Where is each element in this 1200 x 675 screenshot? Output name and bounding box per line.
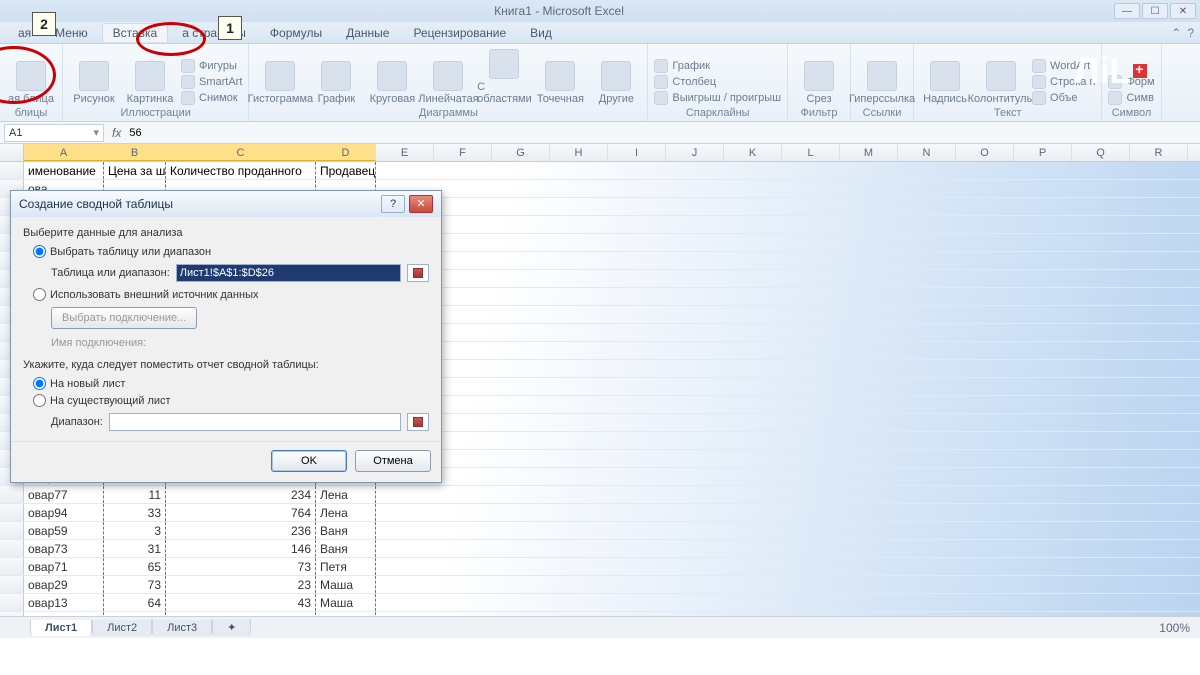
- tab-pagelayout[interactable]: а страницы: [172, 24, 256, 42]
- formula-input[interactable]: [129, 127, 1200, 139]
- sheet-tabs: Лист1 Лист2 Лист3 ✦ 100%: [0, 616, 1200, 638]
- col-header[interactable]: L: [782, 144, 840, 161]
- col-header-D[interactable]: D: [316, 144, 376, 161]
- range2-label: Диапазон:: [51, 416, 103, 428]
- bar-chart-button[interactable]: Линейчатая: [423, 61, 473, 105]
- app-title: Книга1 - Microsoft Excel: [4, 4, 1114, 18]
- col-header-B[interactable]: B: [104, 144, 166, 161]
- range-picker-button[interactable]: [407, 413, 429, 431]
- shapes-button[interactable]: Фигуры: [181, 59, 242, 73]
- col-header[interactable]: Q: [1072, 144, 1130, 161]
- watermark-logo: ЛiL: [1074, 46, 1174, 96]
- col-header[interactable]: E: [376, 144, 434, 161]
- screenshot-button[interactable]: Снимок: [181, 91, 242, 105]
- smartart-button[interactable]: SmartArt: [181, 75, 242, 89]
- clipart-button[interactable]: Картинка: [125, 61, 175, 105]
- col-header[interactable]: O: [956, 144, 1014, 161]
- location-input[interactable]: [109, 413, 401, 431]
- col-header[interactable]: R: [1130, 144, 1188, 161]
- pivot-table-button[interactable]: ая блица: [6, 61, 56, 105]
- radio-existing-sheet[interactable]: [33, 394, 46, 407]
- col-header-C[interactable]: C: [166, 144, 316, 161]
- tab-insert[interactable]: Вставка: [102, 23, 169, 42]
- col-header[interactable]: G: [492, 144, 550, 161]
- scatter-chart-button[interactable]: Точечная: [535, 61, 585, 105]
- table-row[interactable]: овар7711234Лена: [0, 486, 1200, 504]
- zoom-level[interactable]: 100%: [1149, 621, 1200, 635]
- table-row[interactable]: овар593236Ваня: [0, 522, 1200, 540]
- connection-name-label: Имя подключения:: [23, 333, 429, 353]
- radio-new-sheet[interactable]: [33, 377, 46, 390]
- section-label: Укажите, куда следует поместить отчет св…: [23, 359, 429, 371]
- maximize-button[interactable]: ☐: [1142, 3, 1168, 19]
- col-header[interactable]: H: [550, 144, 608, 161]
- area-chart-button[interactable]: С областями: [479, 49, 529, 105]
- column-headers: A B C D E F G H I J K L M N O P Q R: [0, 144, 1200, 162]
- fx-icon[interactable]: fx: [112, 126, 121, 140]
- dialog-close-button[interactable]: ✕: [409, 195, 433, 213]
- tab-data[interactable]: Данные: [336, 24, 399, 42]
- radio-external-source[interactable]: [33, 288, 46, 301]
- sparkline-winloss-button[interactable]: Выигрыш / проигрыш: [654, 91, 781, 105]
- sparkline-line-button[interactable]: График: [654, 59, 781, 73]
- col-header[interactable]: N: [898, 144, 956, 161]
- ok-button[interactable]: OK: [271, 450, 347, 472]
- col-header[interactable]: J: [666, 144, 724, 161]
- formula-bar: A1▾ fx: [0, 122, 1200, 144]
- line-chart-button[interactable]: График: [311, 61, 361, 105]
- tab-formulas[interactable]: Формулы: [260, 24, 332, 42]
- range-label: Таблица или диапазон:: [51, 267, 170, 279]
- choose-connection-button: Выбрать подключение...: [51, 307, 197, 329]
- range-input[interactable]: [176, 264, 401, 282]
- table-row[interactable]: овар716573Петя: [0, 558, 1200, 576]
- other-charts-button[interactable]: Другие: [591, 61, 641, 105]
- col-header[interactable]: K: [724, 144, 782, 161]
- close-button[interactable]: ✕: [1170, 3, 1196, 19]
- window-titlebar: Книга1 - Microsoft Excel — ☐ ✕: [0, 0, 1200, 22]
- ribbon: ая блицаблицы Рисунок Картинка Фигуры Sm…: [0, 44, 1200, 122]
- radio-select-range[interactable]: [33, 245, 46, 258]
- col-header[interactable]: P: [1014, 144, 1072, 161]
- section-label: Выберите данные для анализа: [23, 227, 429, 239]
- col-header[interactable]: I: [608, 144, 666, 161]
- picture-button[interactable]: Рисунок: [69, 61, 119, 105]
- pie-chart-button[interactable]: Круговая: [367, 61, 417, 105]
- cancel-button[interactable]: Отмена: [355, 450, 431, 472]
- create-pivot-dialog: Создание сводной таблицы ? ✕ Выберите да…: [10, 190, 442, 483]
- name-box[interactable]: A1▾: [4, 124, 104, 142]
- minimize-button[interactable]: —: [1114, 3, 1140, 19]
- sheet-tab[interactable]: Лист3: [152, 620, 212, 636]
- header-footer-button[interactable]: Колонтитулы: [976, 61, 1026, 105]
- tab-view[interactable]: Вид: [520, 24, 562, 42]
- table-row[interactable]: овар136443Маша: [0, 594, 1200, 612]
- table-row[interactable]: овар9433764Лена: [0, 504, 1200, 522]
- help-icon[interactable]: ?: [1187, 26, 1194, 40]
- sparkline-column-button[interactable]: Столбец: [654, 75, 781, 89]
- annotation-number-2: 2: [32, 12, 56, 36]
- range-picker-button[interactable]: [407, 264, 429, 282]
- sheet-tab[interactable]: Лист1: [30, 620, 92, 636]
- hyperlink-button[interactable]: Гиперссылка: [857, 61, 907, 105]
- table-row[interactable]: овар7331146Ваня: [0, 540, 1200, 558]
- table-header-row: именование Цена за шт Количество проданн…: [0, 162, 1200, 180]
- col-header-A[interactable]: A: [24, 144, 104, 161]
- annotation-number-1: 1: [218, 16, 242, 40]
- ribbon-minimize-icon[interactable]: ⌃: [1171, 26, 1181, 40]
- sheet-tab[interactable]: Лист2: [92, 620, 152, 636]
- col-header[interactable]: M: [840, 144, 898, 161]
- slicer-button[interactable]: Срез: [794, 61, 844, 105]
- col-header[interactable]: F: [434, 144, 492, 161]
- select-all-corner[interactable]: [0, 144, 24, 161]
- ribbon-tabs: ая Меню Вставка а страницы Формулы Данны…: [0, 22, 1200, 44]
- dialog-help-button[interactable]: ?: [381, 195, 405, 213]
- dialog-title: Создание сводной таблицы: [19, 197, 173, 211]
- tab-review[interactable]: Рецензирование: [403, 24, 516, 42]
- table-row[interactable]: овар297323Маша: [0, 576, 1200, 594]
- textbox-button[interactable]: Надпись: [920, 61, 970, 105]
- column-chart-button[interactable]: Гистограмма: [255, 61, 305, 105]
- new-sheet-button[interactable]: ✦: [212, 619, 251, 636]
